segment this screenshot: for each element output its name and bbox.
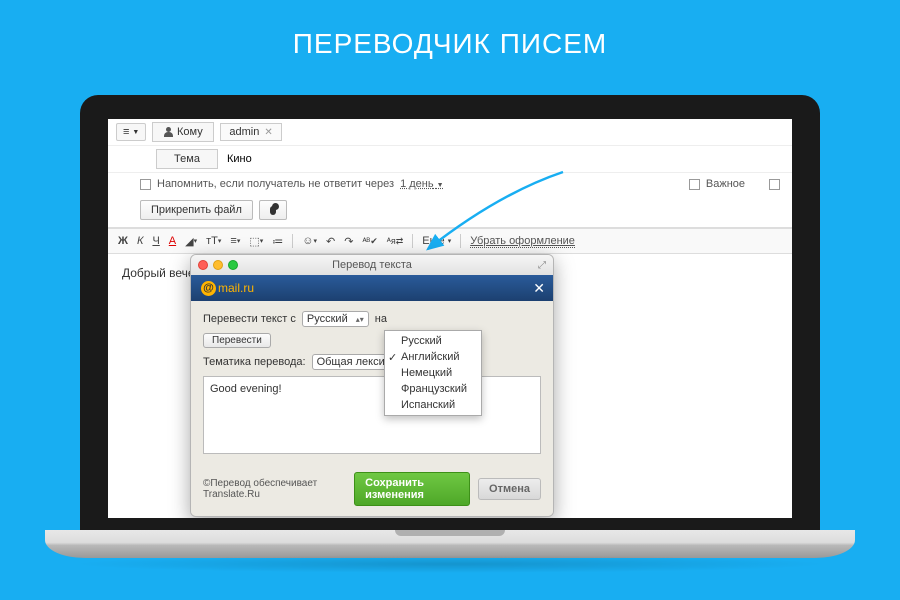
laptop-mockup: ≡ ▼ Кому admin✕ Тема Напомнить, если пол… [80, 95, 820, 555]
reminder-text: Напомнить, если получатель не ответит че… [157, 178, 394, 190]
screen-bezel: ≡ ▼ Кому admin✕ Тема Напомнить, если пол… [80, 95, 820, 530]
mailru-logo: @ mail.ru [201, 281, 254, 296]
lang-option[interactable]: Русский [385, 333, 481, 349]
reminder-checkbox[interactable] [140, 179, 151, 190]
font-size-button[interactable]: тТ▾ [206, 235, 221, 247]
laptop-shadow [70, 555, 830, 573]
save-button[interactable]: Сохранить изменения [354, 472, 470, 506]
extra-checkbox[interactable] [769, 179, 780, 190]
from-language-select[interactable]: Русский▴▾ [302, 311, 369, 327]
lang-option[interactable]: Французский [385, 381, 481, 397]
indent-button[interactable]: ⬚▾ [249, 235, 263, 248]
translate-popup: Перевод текста ⤢ @ mail.ru ✕ Перевести т… [190, 254, 554, 517]
subject-input[interactable] [224, 150, 784, 168]
footer-credit: ©Перевод обеспечивает Translate.Ru [203, 478, 338, 500]
topic-label: Тематика перевода: [203, 356, 306, 368]
popup-titlebar[interactable]: Перевод текста ⤢ [191, 255, 553, 275]
lang-option[interactable]: Английский [385, 349, 481, 365]
italic-button[interactable]: К [137, 235, 143, 247]
cancel-button[interactable]: Отмена [478, 478, 541, 500]
list-button[interactable]: ≔ [272, 235, 283, 248]
format-toolbar: Ж К Ч А ◢▾ тТ▾ ≡▾ ⬚▾ ≔ ☺▾ ↶ ↷ ᴬᴮ✔ ᴬя⇄ Ещ… [108, 228, 792, 254]
remove-chip-icon[interactable]: ✕ [264, 127, 272, 138]
to-field-label[interactable]: Кому [152, 122, 214, 142]
align-button[interactable]: ≡▾ [230, 235, 240, 247]
reminder-period-dropdown[interactable]: 1 день ▼ [400, 178, 444, 190]
close-icon[interactable]: ✕ [533, 280, 545, 297]
recipient-chip[interactable]: admin✕ [220, 123, 281, 141]
popup-brand-header: @ mail.ru ✕ [191, 275, 553, 301]
minimize-window-icon[interactable] [213, 260, 223, 270]
zoom-window-icon[interactable] [228, 260, 238, 270]
undo-button[interactable]: ↶ [326, 235, 335, 248]
attach-cloud-button[interactable] [259, 200, 287, 220]
redo-button[interactable]: ↷ [344, 235, 353, 248]
page-title: ПЕРЕВОДЧИК ПИСЕМ [0, 0, 900, 78]
lang-option[interactable]: Немецкий [385, 365, 481, 381]
subject-label: Тема [156, 149, 218, 169]
important-label: Важное [706, 178, 745, 190]
translate-prefix-label: Перевести текст с [203, 313, 296, 325]
lang-option[interactable]: Испанский [385, 397, 481, 413]
important-checkbox[interactable] [689, 179, 700, 190]
to-language-dropdown[interactable]: РусскийАнглийскийНемецкийФранцузскийИспа… [384, 330, 482, 416]
popup-body: Перевести текст с Русский▴▾ на Перевести… [191, 301, 553, 464]
clear-format-button[interactable]: Убрать оформление [470, 235, 575, 248]
close-window-icon[interactable] [198, 260, 208, 270]
at-icon: @ [201, 281, 216, 296]
more-format-button[interactable]: Еще▾ [422, 235, 451, 247]
app-screen: ≡ ▼ Кому admin✕ Тема Напомнить, если пол… [108, 119, 792, 518]
person-icon [164, 127, 173, 137]
popup-window-title: Перевод текста [332, 259, 412, 271]
translate-button[interactable]: Перевести [203, 333, 271, 348]
spellcheck-button[interactable]: ᴬᴮ✔ [362, 236, 377, 247]
compose-header: ≡ ▼ Кому admin✕ Тема Напомнить, если пол… [108, 119, 792, 228]
attach-file-button[interactable]: Прикрепить файл [140, 200, 253, 220]
bold-button[interactable]: Ж [118, 235, 128, 247]
laptop-base [45, 530, 855, 558]
expand-icon[interactable]: ⤢ [538, 260, 546, 271]
underline-button[interactable]: Ч [152, 235, 159, 247]
bg-color-button[interactable]: ◢▾ [185, 235, 197, 248]
compose-menu-button[interactable]: ≡ ▼ [116, 123, 146, 141]
text-color-button[interactable]: А [169, 235, 176, 247]
chevron-down-icon: ▼ [132, 129, 139, 136]
emoji-button[interactable]: ☺▾ [302, 235, 317, 247]
translation-result[interactable]: Good evening! [203, 376, 541, 454]
cloud-icon [270, 206, 276, 215]
to-word: на [375, 313, 387, 325]
translate-button[interactable]: ᴬя⇄ [387, 236, 404, 247]
popup-footer: ©Перевод обеспечивает Translate.Ru Сохра… [191, 464, 553, 516]
